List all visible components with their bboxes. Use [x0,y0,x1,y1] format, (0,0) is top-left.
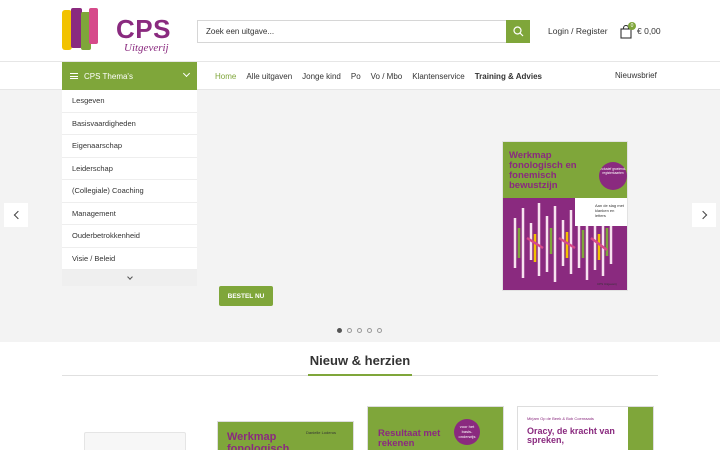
chevron-right-icon [698,210,707,220]
search-input[interactable] [198,21,508,42]
hero-book-title: Werkmap fonologisch en fonemisch bewustz… [509,150,577,191]
cps-logo[interactable]: CPS Uitgeverij [62,8,172,54]
section-title: Nieuw & herzien [309,353,411,368]
slider-prev-button[interactable] [4,203,28,227]
hero-book-cover[interactable]: Werkmap fonologisch en fonemisch bewustz… [502,141,628,291]
hero-book-badge: Inclusief groeiende registerkaarten [599,162,627,190]
cart-count-badge: 0 [628,22,636,30]
nav-item-alle-uitgaven[interactable]: Alle uitgaven [246,72,292,81]
logo-mark-icon [62,8,98,50]
hero-book-sticker: Aan de slag met klanken en letters [595,203,624,218]
themes-dropdown-button[interactable]: CPS Thema's [62,62,197,90]
product-author: Mirjam Op de Beek & Bob Coenraads [527,416,594,421]
product-image [84,432,186,450]
main-navigation: CPS Thema's Home Alle uitgaven Jonge kin… [0,62,720,90]
themes-sidebar: Lesgeven Basisvaardigheden Eigenaarschap… [62,90,197,286]
slider-dot-1[interactable] [337,328,342,333]
menu-icon [70,73,78,79]
nav-item-training-advies[interactable]: Training & Advies [475,72,542,81]
sidebar-item-eigenaarschap[interactable]: Eigenaarschap [62,135,197,158]
sidebar-item-basisvaardigheden[interactable]: Basisvaardigheden [62,113,197,135]
section-divider-accent [308,374,412,376]
product-title: Resultaat met rekenen [378,428,441,449]
product-title: Oracy, de kracht van spreken, [527,426,615,446]
product-card-1[interactable] [84,432,186,450]
sidebar-item-management[interactable]: Management [62,203,197,225]
themes-label: CPS Thema's [84,71,133,81]
sidebar-item-visie-beleid[interactable]: Visie / Beleid [62,248,197,270]
slider-next-button[interactable] [692,203,716,227]
cart-button[interactable]: 0 € 0,00 [620,22,665,40]
nav-menu: Home Alle uitgaven Jonge kind Po Vo / Mb… [215,62,552,90]
nav-item-vo-mbo[interactable]: Vo / Mbo [371,72,403,81]
slider-dot-4[interactable] [367,328,372,333]
order-now-button[interactable]: BESTEL NU [219,286,273,306]
slider-dots [337,328,387,333]
login-register-link[interactable]: Login / Register [548,26,608,36]
hero-book-publisher: CPS Uitgeverij [597,282,617,286]
sidebar-item-ouderbetrokkenheid[interactable]: Ouderbetrokkenheid [62,225,197,248]
sidebar-item-lesgeven[interactable]: Lesgeven [62,90,197,113]
slider-dot-5[interactable] [377,328,382,333]
product-badge: voor het basis-onderwijs [454,419,480,445]
product-card-2[interactable]: Werkmap fonologisch Danielle Loderus [217,421,354,450]
chevron-down-icon [182,69,191,78]
search-bar [197,20,530,43]
logo-subtitle: Uitgeverij [124,42,169,54]
search-icon [512,26,523,37]
nav-item-home[interactable]: Home [215,72,236,81]
newsletter-link[interactable]: Nieuwsbrief [615,71,657,80]
product-author: Danielle Loderus [306,430,337,435]
product-card-3[interactable]: Resultaat met rekenen voor het basis-ond… [367,406,504,450]
cart-total: € 0,00 [637,26,661,36]
sidebar-item-coaching[interactable]: (Collegiale) Coaching [62,180,197,203]
slider-dot-3[interactable] [357,328,362,333]
search-button[interactable] [506,20,530,43]
product-cover-band [628,407,653,450]
sidebar-item-leiderschap[interactable]: Leiderschap [62,158,197,180]
logo-name: CPS [116,14,171,44]
chevron-left-icon [13,210,22,220]
chevron-down-icon [126,273,133,280]
nav-item-jonge-kind[interactable]: Jonge kind [302,72,341,81]
product-title: Werkmap fonologisch [227,431,290,450]
site-header: CPS Uitgeverij Login / Register 0 € 0,00 [0,0,720,62]
nav-item-klantenservice[interactable]: Klantenservice [412,72,464,81]
nav-item-po[interactable]: Po [351,72,361,81]
sidebar-more-button[interactable] [62,270,197,286]
slider-dot-2[interactable] [347,328,352,333]
product-card-4[interactable]: Mirjam Op de Beek & Bob Coenraads Oracy,… [517,406,654,450]
